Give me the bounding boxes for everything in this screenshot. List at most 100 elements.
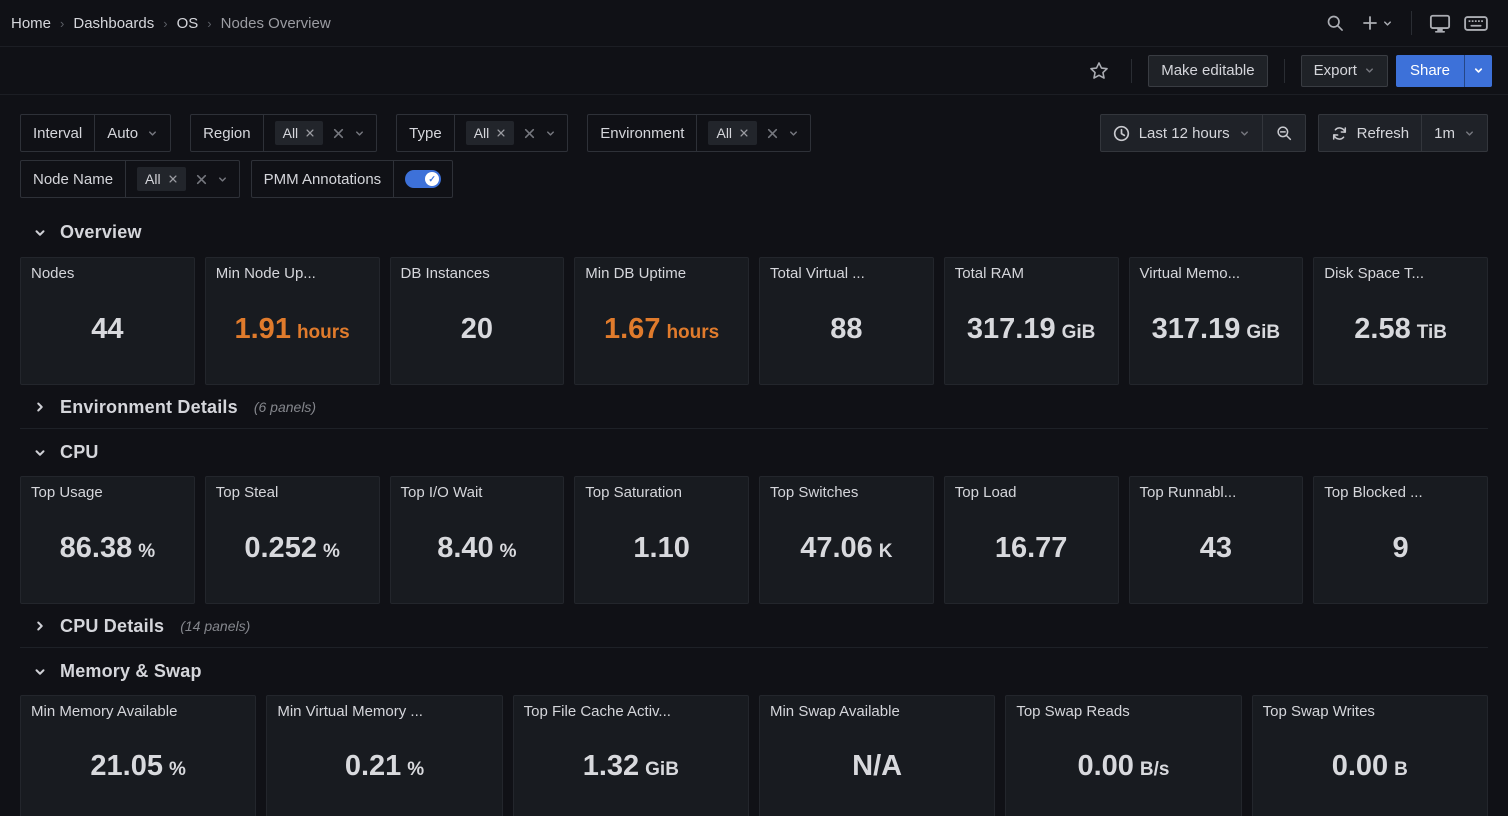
chevron-right-icon — [33, 400, 47, 414]
stat-panel-min-virtual-memory: Min Virtual Memory ... 0.21% — [266, 695, 502, 816]
stat-panel-top-blocked: Top Blocked ... 9 — [1313, 476, 1488, 604]
stat-panel-top-load: Top Load 16.77 — [944, 476, 1119, 604]
export-button[interactable]: Export — [1301, 55, 1388, 87]
pmm-annotations-control: PMM Annotations ✓ — [251, 160, 454, 198]
breadcrumb-dashboards[interactable]: Dashboards — [73, 15, 154, 32]
panel-title[interactable]: Total Virtual ... — [760, 258, 933, 282]
plus-icon — [1362, 15, 1378, 31]
section-memory-swap[interactable]: Memory & Swap — [20, 661, 1488, 682]
section-cpu[interactable]: CPU — [20, 442, 1488, 463]
panel-title[interactable]: Min Memory Available — [21, 696, 255, 720]
section-title: Environment Details — [60, 397, 238, 418]
panel-title[interactable]: Top Load — [945, 477, 1118, 501]
breadcrumb-separator-icon: › — [207, 16, 211, 31]
environment-filter-chip[interactable]: All — [708, 121, 757, 145]
stat-panel-top-swap-writes: Top Swap Writes 0.00B — [1252, 695, 1488, 816]
stat-value: 8.40% — [437, 532, 516, 565]
section-title: CPU — [60, 442, 99, 463]
chevron-down-icon[interactable] — [545, 128, 556, 139]
breadcrumb-os[interactable]: OS — [177, 15, 199, 32]
share-button[interactable]: Share — [1396, 55, 1464, 87]
monitor-icon — [1429, 13, 1451, 34]
type-clear-icon[interactable] — [523, 127, 536, 140]
panel-title[interactable]: Top Usage — [21, 477, 194, 501]
refresh-button[interactable]: Refresh — [1319, 115, 1422, 151]
kiosk-mode-button[interactable] — [1424, 7, 1456, 39]
stat-panel-top-switches: Top Switches 47.06K — [759, 476, 934, 604]
panel-title[interactable]: Min Virtual Memory ... — [267, 696, 501, 720]
close-icon[interactable] — [305, 128, 315, 138]
stat-panel-top-usage: Top Usage 86.38% — [20, 476, 195, 604]
type-filter-chip[interactable]: All — [466, 121, 515, 145]
panel-title[interactable]: Top I/O Wait — [391, 477, 564, 501]
star-icon — [1088, 60, 1110, 82]
stat-value: 1.67hours — [604, 313, 719, 346]
stat-value: 88 — [830, 313, 862, 346]
panel-title[interactable]: Min Node Up... — [206, 258, 379, 282]
chevron-down-icon — [1464, 128, 1475, 139]
close-icon[interactable] — [739, 128, 749, 138]
top-nav-actions — [1319, 7, 1492, 39]
overview-panels-row: Nodes 44 Min Node Up... 1.91hours DB Ins… — [20, 257, 1488, 385]
panel-title[interactable]: Virtual Memo... — [1130, 258, 1303, 282]
chevron-down-icon[interactable] — [217, 174, 228, 185]
section-title: CPU Details — [60, 616, 164, 637]
breadcrumb-home[interactable]: Home — [11, 15, 51, 32]
close-icon[interactable] — [168, 174, 178, 184]
chevron-down-icon[interactable] — [788, 128, 799, 139]
stat-value: 0.00B — [1332, 750, 1408, 783]
panel-title[interactable]: Min DB Uptime — [575, 258, 748, 282]
panel-title[interactable]: DB Instances — [391, 258, 564, 282]
panel-title[interactable]: Disk Space T... — [1314, 258, 1487, 282]
panel-title[interactable]: Top Swap Writes — [1253, 696, 1487, 720]
time-range-label: Last 12 hours — [1139, 125, 1230, 142]
refresh-interval-picker[interactable]: 1m — [1421, 115, 1487, 151]
interval-filter-value[interactable]: Auto — [95, 125, 170, 142]
chevron-down-icon — [1239, 128, 1250, 139]
panel-title[interactable]: Top Saturation — [575, 477, 748, 501]
stat-value: 1.32GiB — [583, 750, 679, 783]
stat-panel-db-instances: DB Instances 20 — [390, 257, 565, 385]
panel-title[interactable]: Nodes — [21, 258, 194, 282]
zoom-out-time-button[interactable] — [1262, 115, 1305, 151]
panel-title[interactable]: Top Switches — [760, 477, 933, 501]
region-clear-icon[interactable] — [332, 127, 345, 140]
time-controls: Last 12 hours Refresh — [1100, 114, 1488, 152]
stat-value: 0.21% — [345, 750, 424, 783]
section-environment-details[interactable]: Environment Details (6 panels) — [20, 398, 1488, 429]
time-range-picker[interactable]: Last 12 hours — [1101, 115, 1262, 151]
pmm-annotations-toggle[interactable]: ✓ — [405, 170, 441, 188]
type-chip-value: All — [474, 125, 490, 141]
panel-title[interactable]: Top File Cache Activ... — [514, 696, 748, 720]
panel-title[interactable]: Top Steal — [206, 477, 379, 501]
panel-title[interactable]: Top Blocked ... — [1314, 477, 1487, 501]
favorite-button[interactable] — [1083, 55, 1115, 87]
clock-icon — [1113, 125, 1130, 142]
region-filter-chip[interactable]: All — [275, 121, 324, 145]
close-icon[interactable] — [496, 128, 506, 138]
make-editable-button[interactable]: Make editable — [1148, 55, 1267, 87]
section-overview[interactable]: Overview — [20, 222, 1488, 243]
panel-title[interactable]: Total RAM — [945, 258, 1118, 282]
chevron-down-icon — [147, 128, 158, 139]
node-name-clear-icon[interactable] — [195, 173, 208, 186]
stat-panel-virtual-memory: Virtual Memo... 317.19GiB — [1129, 257, 1304, 385]
node-name-chip-value: All — [145, 171, 161, 187]
node-name-filter-label: Node Name — [21, 161, 126, 197]
share-split-button: Share — [1396, 55, 1492, 87]
environment-clear-icon[interactable] — [766, 127, 779, 140]
node-name-filter: Node Name All — [20, 160, 240, 198]
chevron-down-icon — [33, 665, 47, 679]
divider — [1284, 59, 1285, 83]
section-cpu-details[interactable]: CPU Details (14 panels) — [20, 617, 1488, 648]
chevron-down-icon[interactable] — [354, 128, 365, 139]
node-name-filter-chip[interactable]: All — [137, 167, 186, 191]
panel-title[interactable]: Top Runnabl... — [1130, 477, 1303, 501]
type-filter-label: Type — [397, 115, 455, 151]
panel-title[interactable]: Top Swap Reads — [1006, 696, 1240, 720]
share-options-button[interactable] — [1464, 55, 1492, 87]
panel-title[interactable]: Min Swap Available — [760, 696, 994, 720]
search-button[interactable] — [1319, 7, 1351, 39]
add-new-button[interactable] — [1355, 7, 1399, 39]
keyboard-shortcuts-button[interactable] — [1460, 7, 1492, 39]
